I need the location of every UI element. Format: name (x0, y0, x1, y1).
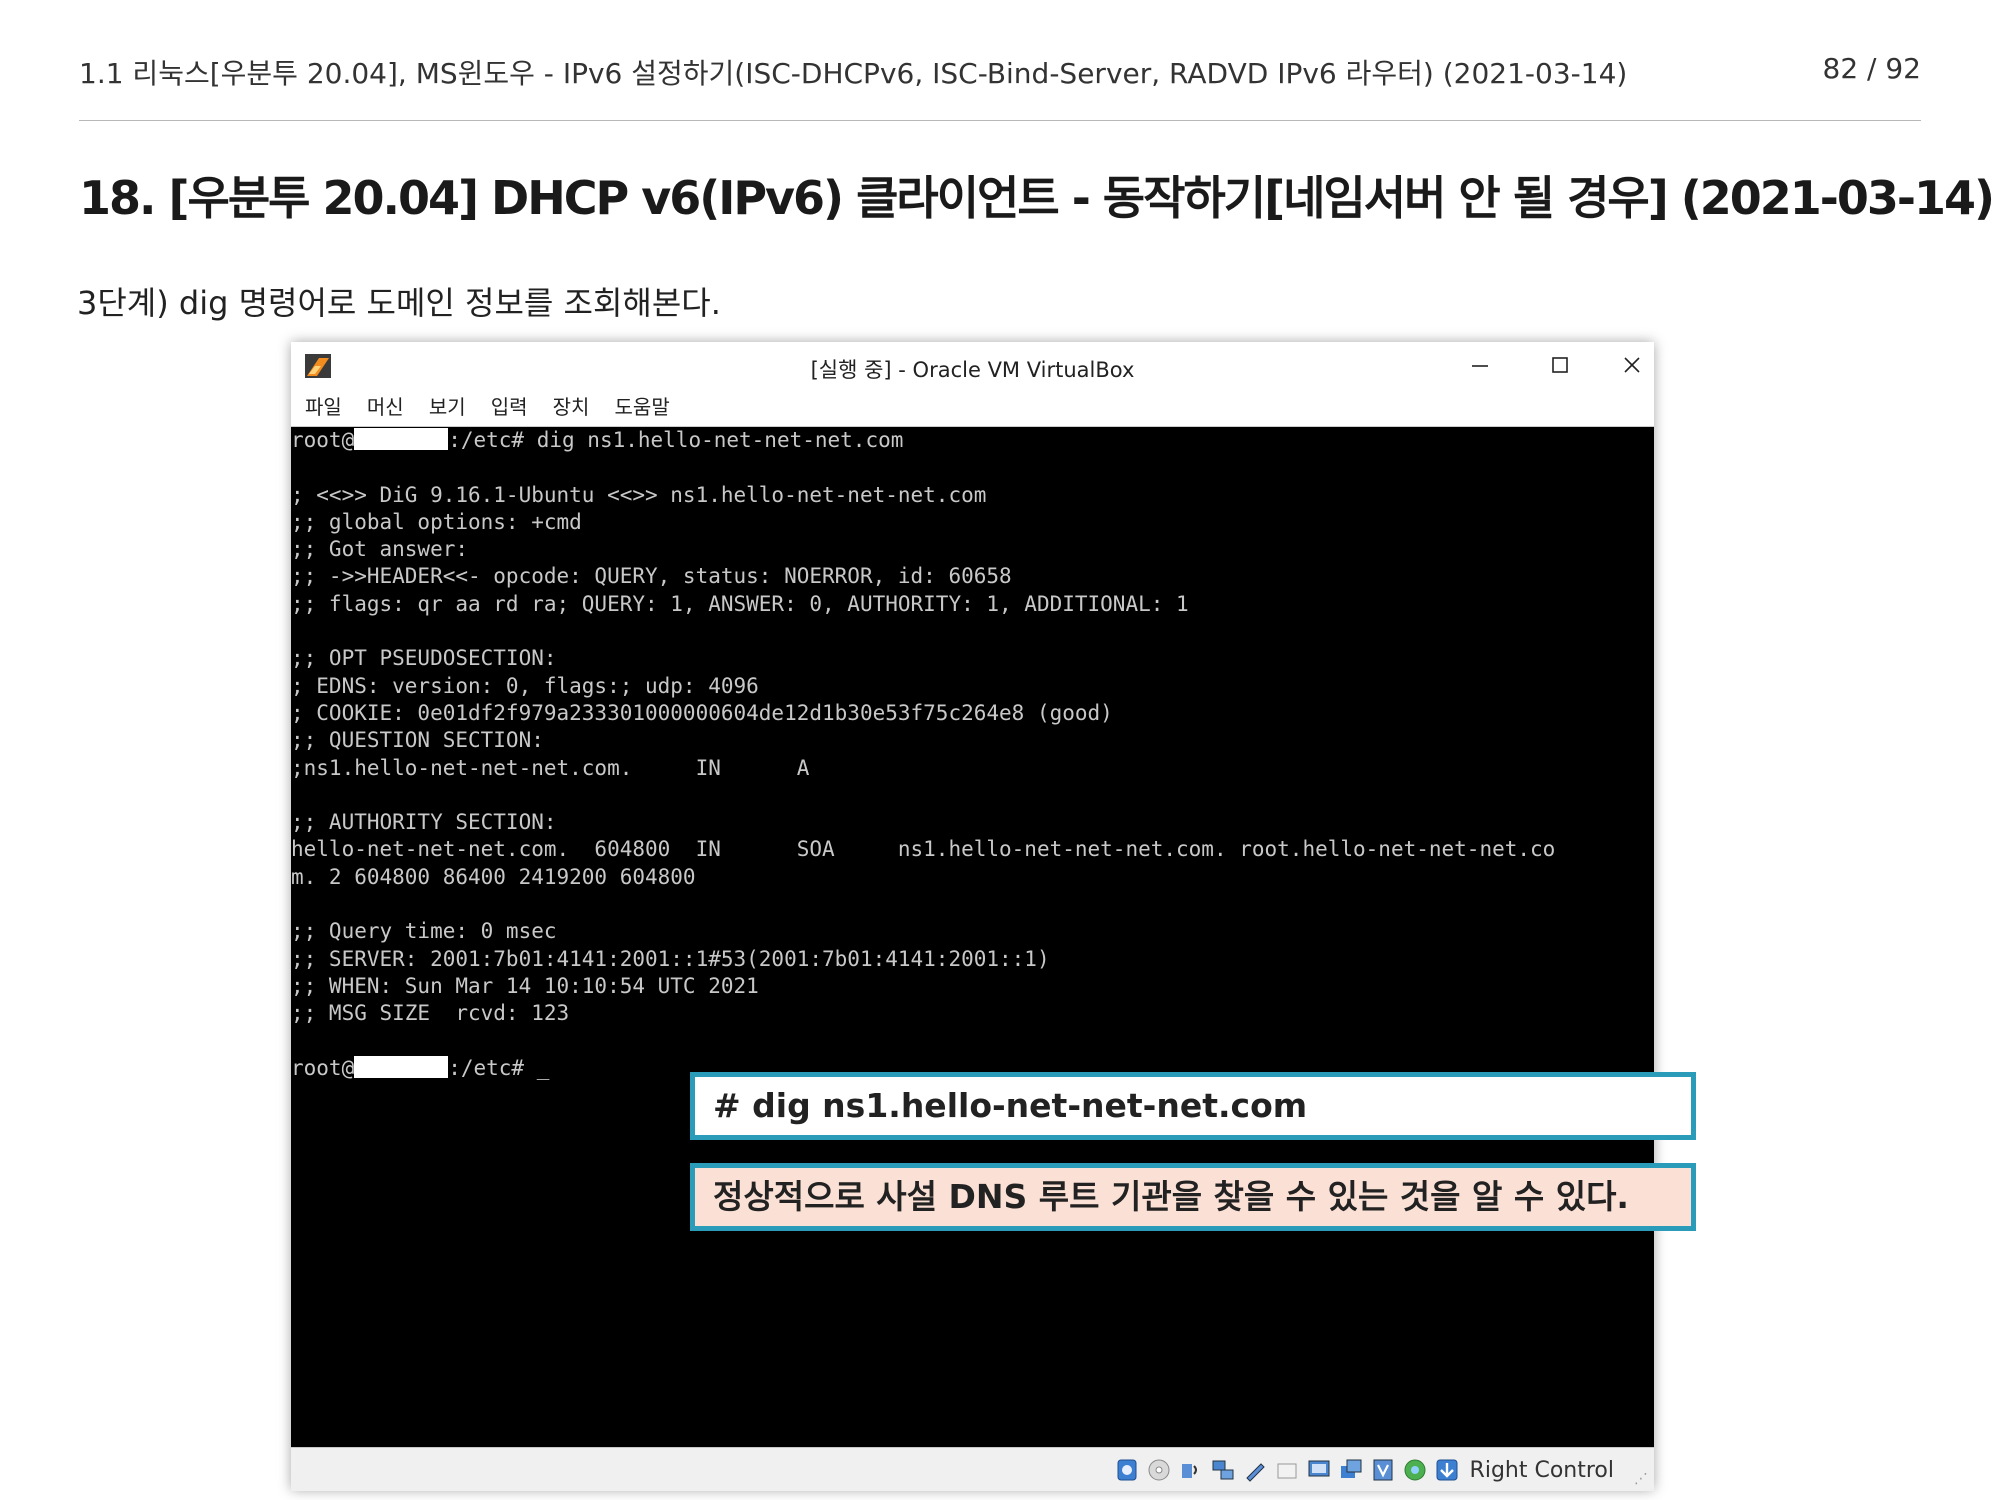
menu-help[interactable]: 도움말 (615, 388, 670, 426)
console-line: ;; global options: +cmd (291, 509, 582, 534)
console-line: ;; SERVER: 2001:7b01:4141:2001::1#53(200… (291, 946, 1050, 971)
guest-additions-icon[interactable] (1402, 1457, 1428, 1483)
maximize-button[interactable] (1540, 348, 1580, 382)
optical-drive-icon[interactable] (1146, 1457, 1172, 1483)
console-line: ;; Got answer: (291, 537, 469, 562)
virtualization-icon[interactable] (1370, 1457, 1396, 1483)
close-icon (1624, 357, 1640, 373)
minimize-button[interactable] (1460, 348, 1500, 382)
console-line: ; COOKIE: 0e01df2f979a233301000000604de1… (291, 700, 1113, 725)
console-line: ; EDNS: version: 0, flags:; udp: 4096 (291, 673, 759, 698)
host-key-arrow-icon[interactable] (1434, 1457, 1460, 1483)
prompt-user: root@ (291, 428, 355, 452)
status-bar: Right Control ⋰ (291, 1447, 1654, 1491)
menu-machine[interactable]: 머신 (367, 388, 404, 426)
console-line: ;; ->>HEADER<<- opcode: QUERY, status: N… (291, 564, 1012, 589)
menu-devices[interactable]: 장치 (553, 388, 590, 426)
step-description: 3단계) dig 명령어로 도메인 정보를 조회해본다. (77, 284, 721, 322)
typed-command: dig ns1.hello-net-net-net.com (536, 428, 904, 452)
console-output: ; <<>> DiG 9.16.1-Ubuntu <<>> ns1.hello-… (291, 483, 1555, 1026)
menu-bar: 파일 머신 보기 입력 장치 도움말 (291, 388, 1654, 427)
prompt-user: root@ (291, 1055, 355, 1080)
display-icon[interactable] (1306, 1457, 1332, 1483)
shared-folder-icon[interactable] (1274, 1457, 1300, 1483)
console-line: ;; flags: qr aa rd ra; QUERY: 1, ANSWER:… (291, 591, 1189, 616)
console-line: ;ns1.hello-net-net-net.com. IN A (291, 755, 810, 780)
callout-command: # dig ns1.hello-net-net-net.com (690, 1072, 1696, 1140)
audio-icon[interactable] (1178, 1457, 1204, 1483)
page-number: 82 / 92 (1822, 52, 1922, 85)
console-line: ;; AUTHORITY SECTION: (291, 810, 557, 835)
network-icon[interactable] (1210, 1457, 1236, 1483)
console-line: ;; OPT PSEUDOSECTION: (291, 646, 557, 671)
host-key-label: Right Control (1469, 1457, 1614, 1483)
header-divider (79, 120, 1921, 121)
console-line: ;; WHEN: Sun Mar 14 10:10:54 UTC 2021 (291, 973, 759, 998)
console-line: ;; Query time: 0 msec (291, 919, 557, 944)
resize-grip-icon[interactable]: ⋰ (1634, 1471, 1648, 1487)
recording-icon[interactable] (1338, 1457, 1364, 1483)
redacted-hostname (354, 1055, 449, 1078)
close-button[interactable] (1612, 348, 1652, 382)
console-line: ;; QUESTION SECTION: (291, 728, 544, 753)
console-line: hello-net-net-net.com. 604800 IN SOA ns1… (291, 837, 1556, 862)
menu-file[interactable]: 파일 (305, 388, 342, 426)
console-line: ; <<>> DiG 9.16.1-Ubuntu <<>> ns1.hello-… (291, 482, 987, 507)
prompt-path: :/etc# (448, 1055, 537, 1080)
document-header-title: 1.1 리눅스[우분투 20.04], MS윈도우 - IPv6 설정하기(IS… (79, 57, 1628, 90)
maximize-icon (1552, 357, 1568, 373)
vm-console-screen[interactable]: root@ :/etc# dig ns1.hello-net-net-net.co… (291, 427, 1654, 1447)
hard-disk-icon[interactable] (1114, 1457, 1140, 1483)
console-line: ;; MSG SIZE rcvd: 123 (291, 1001, 570, 1026)
prompt-path: :/etc# (448, 428, 537, 452)
virtualbox-window: [실행 중] - Oracle VM VirtualBox 파일 머신 보기 입… (291, 342, 1654, 1491)
usb-icon[interactable] (1242, 1457, 1268, 1483)
redacted-hostname (354, 428, 449, 450)
menu-view[interactable]: 보기 (429, 388, 466, 426)
minimize-icon (1472, 365, 1488, 367)
window-title: [실행 중] - Oracle VM VirtualBox (810, 358, 1135, 382)
window-titlebar[interactable]: [실행 중] - Oracle VM VirtualBox (291, 342, 1654, 388)
menu-input[interactable]: 입력 (491, 388, 528, 426)
callout-note: 정상적으로 사설 DNS 루트 기관을 찾을 수 있는 것을 알 수 있다. (690, 1163, 1696, 1231)
section-title: 18. [우분투 20.04] DHCP v6(IPv6) 클라이언트 - 동작… (79, 171, 1995, 225)
console-line: m. 2 604800 86400 2419200 604800 (291, 864, 696, 889)
text-cursor: _ (536, 1055, 550, 1080)
